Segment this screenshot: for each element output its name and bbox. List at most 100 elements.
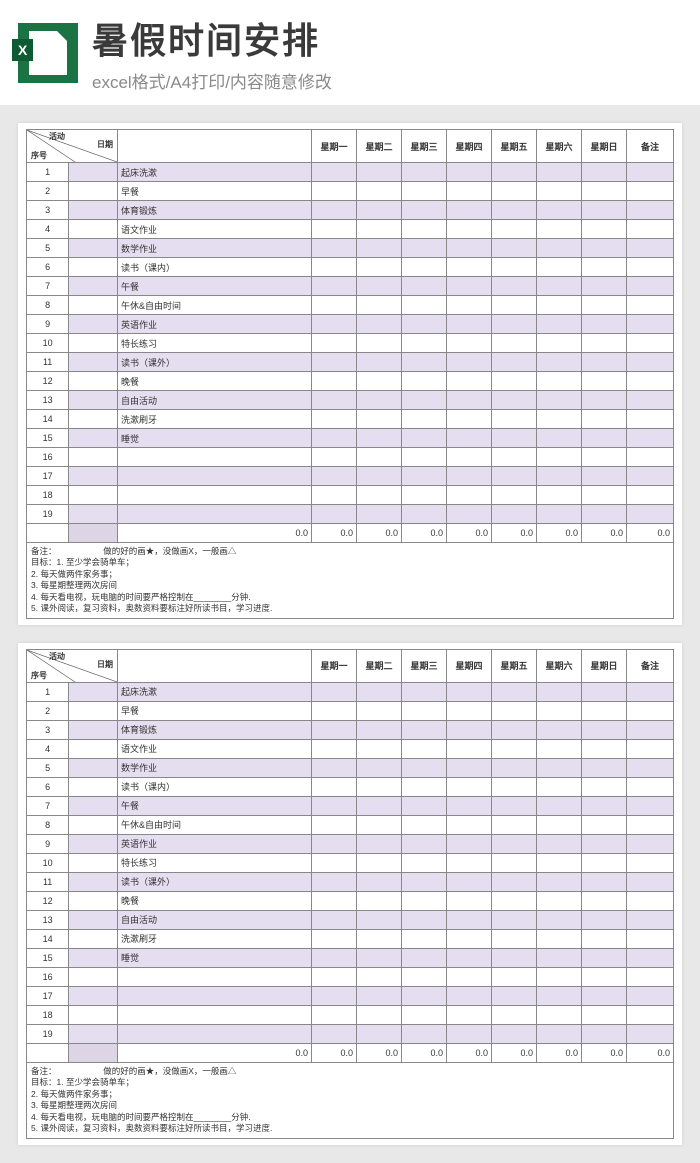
cell-activity[interactable]	[118, 986, 312, 1005]
cell-day[interactable]	[312, 777, 357, 796]
cell-day[interactable]	[447, 739, 492, 758]
cell-remark[interactable]	[627, 777, 674, 796]
cell-day[interactable]	[312, 220, 357, 239]
cell-day[interactable]	[447, 872, 492, 891]
cell-time[interactable]	[69, 1024, 118, 1043]
cell-day[interactable]	[582, 258, 627, 277]
cell-day[interactable]	[492, 239, 537, 258]
cell-day[interactable]	[537, 720, 582, 739]
cell-day[interactable]	[447, 372, 492, 391]
cell-day[interactable]	[357, 777, 402, 796]
cell-day[interactable]	[312, 910, 357, 929]
cell-day[interactable]	[357, 220, 402, 239]
cell-day[interactable]	[537, 258, 582, 277]
cell-time[interactable]	[69, 1005, 118, 1024]
cell-day[interactable]	[312, 334, 357, 353]
cell-day[interactable]	[402, 701, 447, 720]
cell-day[interactable]	[582, 467, 627, 486]
cell-day[interactable]	[312, 429, 357, 448]
cell-day[interactable]	[312, 391, 357, 410]
cell-day[interactable]	[312, 948, 357, 967]
cell-time[interactable]	[69, 372, 118, 391]
cell-time[interactable]	[69, 410, 118, 429]
cell-day[interactable]	[312, 701, 357, 720]
cell-day[interactable]	[537, 910, 582, 929]
cell-day[interactable]	[582, 758, 627, 777]
cell-day[interactable]	[312, 796, 357, 815]
cell-day[interactable]	[312, 815, 357, 834]
cell-day[interactable]	[357, 391, 402, 410]
cell-day[interactable]	[582, 910, 627, 929]
cell-day[interactable]	[537, 872, 582, 891]
cell-day[interactable]	[357, 277, 402, 296]
cell-day[interactable]	[312, 258, 357, 277]
cell-day[interactable]	[492, 486, 537, 505]
cell-day[interactable]	[582, 201, 627, 220]
cell-day[interactable]	[537, 967, 582, 986]
cell-day[interactable]	[447, 948, 492, 967]
cell-time[interactable]	[69, 201, 118, 220]
cell-activity[interactable]: 读书（课内）	[118, 258, 312, 277]
cell-activity[interactable]: 午休&自由时间	[118, 296, 312, 315]
cell-day[interactable]	[492, 682, 537, 701]
cell-day[interactable]	[312, 967, 357, 986]
cell-day[interactable]	[582, 1005, 627, 1024]
cell-day[interactable]	[357, 182, 402, 201]
cell-day[interactable]	[537, 739, 582, 758]
cell-time[interactable]	[69, 315, 118, 334]
cell-day[interactable]	[357, 410, 402, 429]
cell-remark[interactable]	[627, 967, 674, 986]
cell-day[interactable]	[582, 163, 627, 182]
cell-day[interactable]	[447, 758, 492, 777]
cell-day[interactable]	[492, 220, 537, 239]
cell-day[interactable]	[402, 467, 447, 486]
cell-day[interactable]	[492, 429, 537, 448]
cell-day[interactable]	[537, 1024, 582, 1043]
cell-day[interactable]	[447, 910, 492, 929]
cell-day[interactable]	[492, 182, 537, 201]
cell-day[interactable]	[312, 201, 357, 220]
cell-day[interactable]	[402, 815, 447, 834]
cell-day[interactable]	[537, 986, 582, 1005]
cell-day[interactable]	[357, 486, 402, 505]
cell-day[interactable]	[312, 448, 357, 467]
cell-activity[interactable]: 晚餐	[118, 891, 312, 910]
cell-day[interactable]	[537, 448, 582, 467]
cell-remark[interactable]	[627, 486, 674, 505]
cell-time[interactable]	[69, 448, 118, 467]
cell-day[interactable]	[582, 872, 627, 891]
cell-day[interactable]	[447, 182, 492, 201]
cell-day[interactable]	[582, 853, 627, 872]
cell-day[interactable]	[357, 429, 402, 448]
cell-remark[interactable]	[627, 1024, 674, 1043]
cell-day[interactable]	[447, 777, 492, 796]
cell-day[interactable]	[312, 986, 357, 1005]
cell-day[interactable]	[447, 353, 492, 372]
cell-day[interactable]	[357, 682, 402, 701]
cell-day[interactable]	[357, 1024, 402, 1043]
cell-time[interactable]	[69, 720, 118, 739]
cell-activity[interactable]: 自由活动	[118, 391, 312, 410]
cell-day[interactable]	[312, 182, 357, 201]
cell-day[interactable]	[447, 220, 492, 239]
cell-day[interactable]	[402, 410, 447, 429]
cell-day[interactable]	[447, 258, 492, 277]
cell-day[interactable]	[402, 163, 447, 182]
cell-day[interactable]	[582, 315, 627, 334]
cell-activity[interactable]: 早餐	[118, 182, 312, 201]
cell-day[interactable]	[492, 353, 537, 372]
cell-activity[interactable]: 体育锻炼	[118, 201, 312, 220]
cell-day[interactable]	[537, 505, 582, 524]
cell-day[interactable]	[402, 1024, 447, 1043]
cell-day[interactable]	[582, 334, 627, 353]
cell-day[interactable]	[447, 1005, 492, 1024]
cell-day[interactable]	[537, 239, 582, 258]
cell-day[interactable]	[492, 777, 537, 796]
cell-day[interactable]	[582, 486, 627, 505]
cell-day[interactable]	[492, 277, 537, 296]
cell-day[interactable]	[312, 872, 357, 891]
cell-day[interactable]	[492, 391, 537, 410]
cell-day[interactable]	[447, 891, 492, 910]
cell-day[interactable]	[537, 163, 582, 182]
cell-time[interactable]	[69, 929, 118, 948]
